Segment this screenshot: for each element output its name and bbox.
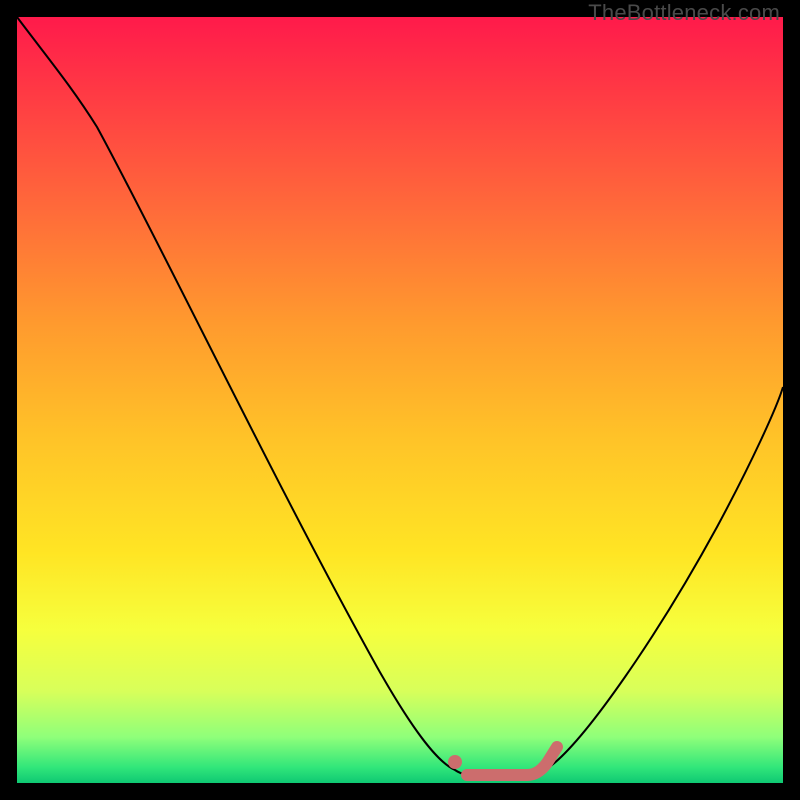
optimal-start-dot [448, 755, 462, 769]
chart-stage: TheBottleneck.com [0, 0, 800, 800]
optimal-zone-marker [467, 747, 557, 775]
curve-layer [17, 17, 783, 783]
bottleneck-curve [17, 17, 783, 777]
plot-area [17, 17, 783, 783]
